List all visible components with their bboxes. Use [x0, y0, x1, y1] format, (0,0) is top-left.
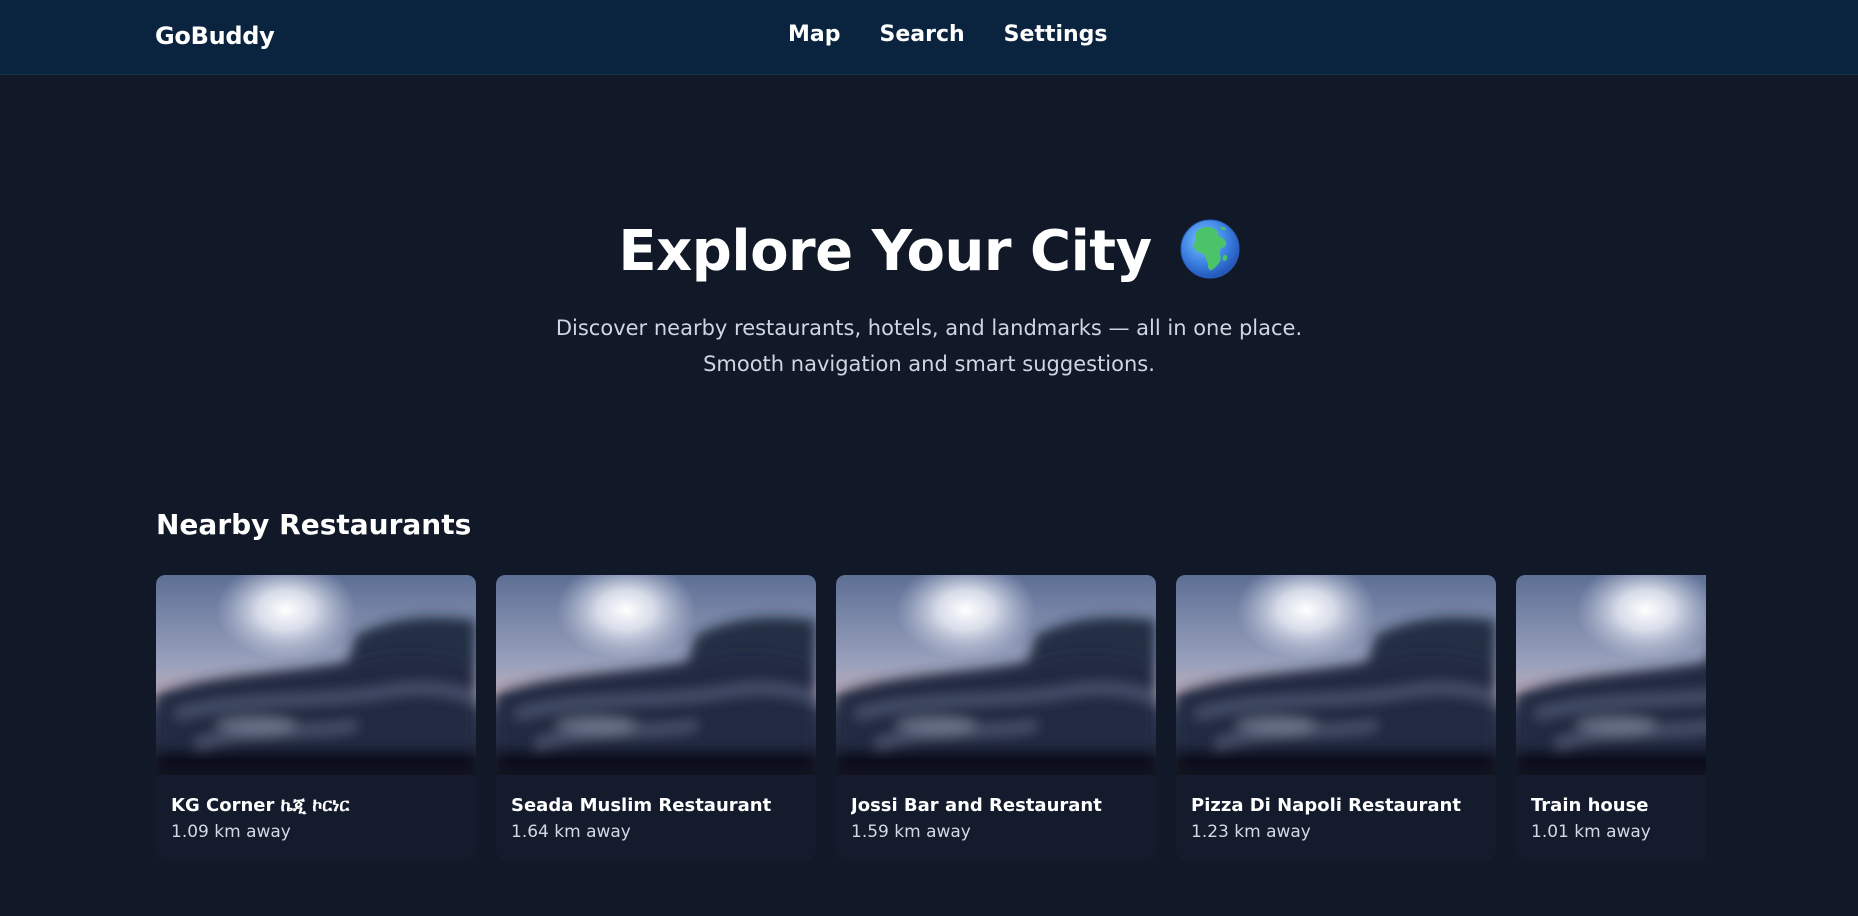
restaurant-name: Train house [1531, 795, 1649, 816]
restaurant-card[interactable]: Seada Muslim Restaurant 1.64 km away [496, 575, 816, 860]
card-body: KG Corner ኬጂ ኮርነር 1.09 km away [156, 775, 476, 842]
restaurant-distance: 1.09 km away [171, 822, 291, 842]
nav-link-map[interactable]: Map [788, 22, 841, 47]
restaurant-image [496, 575, 816, 775]
card-body: Train house 1.01 km away [1516, 775, 1706, 842]
nav-link-search[interactable]: Search [880, 22, 965, 47]
restaurant-card[interactable]: Pizza Di Napoli Restaurant 1.23 km away [1176, 575, 1496, 860]
card-body: Pizza Di Napoli Restaurant 1.23 km away [1176, 775, 1496, 842]
brand-logo-text[interactable]: GoBuddy [155, 22, 275, 50]
top-navbar: GoBuddy Map Search Settings [0, 0, 1858, 75]
restaurant-distance: 1.23 km away [1191, 822, 1311, 842]
restaurant-image [836, 575, 1156, 775]
nearby-restaurants-heading: Nearby Restaurants [156, 508, 472, 541]
restaurant-image [1516, 575, 1706, 775]
restaurant-image [1176, 575, 1496, 775]
restaurant-image [156, 575, 476, 775]
hero-section: Explore Your City Discover nearby restau… [0, 212, 1858, 382]
restaurant-name: Seada Muslim Restaurant [511, 795, 772, 816]
restaurant-distance: 1.64 km away [511, 822, 631, 842]
nav-link-settings[interactable]: Settings [1004, 22, 1108, 47]
card-body: Jossi Bar and Restaurant 1.59 km away [836, 775, 1156, 842]
main-nav: Map Search Settings [788, 22, 1108, 47]
hero-subtitle: Discover nearby restaurants, hotels, and… [555, 316, 1303, 376]
restaurant-track: KG Corner ኬጂ ኮርነር 1.09 km away Seada Mus… [156, 575, 1706, 860]
hero-title-row: Explore Your City [0, 212, 1858, 290]
restaurant-carousel[interactable]: KG Corner ኬጂ ኮርነር 1.09 km away Seada Mus… [156, 575, 1706, 865]
restaurant-card[interactable]: Train house 1.01 km away [1516, 575, 1706, 860]
hero-title: Explore Your City [618, 218, 1152, 284]
card-body: Seada Muslim Restaurant 1.64 km away [496, 775, 816, 842]
restaurant-distance: 1.01 km away [1531, 822, 1651, 842]
restaurant-card[interactable]: Jossi Bar and Restaurant 1.59 km away [836, 575, 1156, 860]
restaurant-distance: 1.59 km away [851, 822, 971, 842]
restaurant-name: Pizza Di Napoli Restaurant [1191, 795, 1461, 816]
restaurant-card[interactable]: KG Corner ኬጂ ኮርነር 1.09 km away [156, 575, 476, 860]
globe-africa-icon [1180, 219, 1240, 279]
restaurant-name: KG Corner ኬጂ ኮርነር [171, 795, 350, 816]
restaurant-name: Jossi Bar and Restaurant [851, 795, 1102, 816]
